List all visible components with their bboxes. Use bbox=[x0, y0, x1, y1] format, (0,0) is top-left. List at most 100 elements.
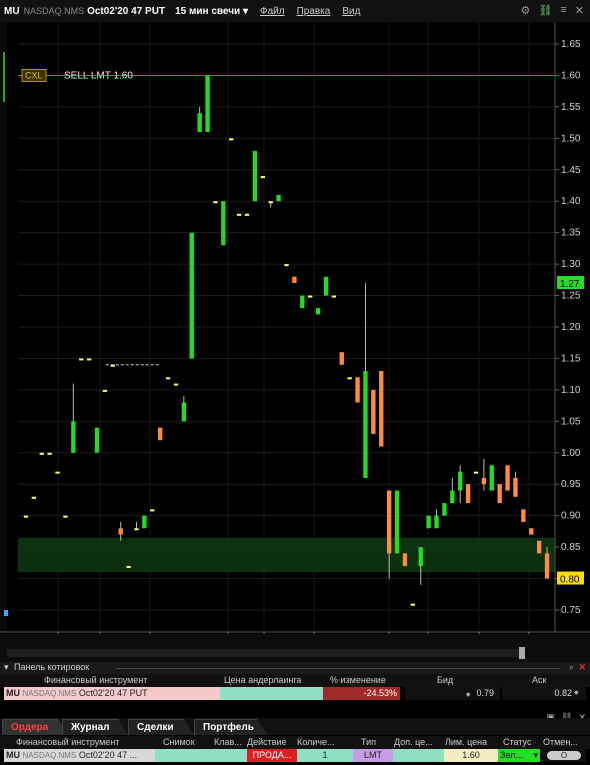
y-tick-label: 1.20 bbox=[561, 322, 581, 333]
y-tick-label: 1.00 bbox=[561, 448, 581, 459]
candle-body bbox=[308, 295, 313, 298]
order-cancel-label: CXL bbox=[25, 70, 43, 80]
candle bbox=[236, 213, 242, 216]
quote-row[interactable]: MU NASDAQ.NMS Oct02'20 47 PUT -24.53% ◆ 0… bbox=[0, 687, 590, 700]
candle-body bbox=[252, 150, 258, 202]
search-icon[interactable]: ⌕ bbox=[569, 662, 574, 673]
candle bbox=[55, 471, 60, 474]
order-type[interactable]: LMT bbox=[353, 749, 393, 762]
candle bbox=[536, 540, 542, 554]
col-cancel[interactable]: Отмен... bbox=[543, 736, 578, 749]
order-row[interactable]: MU NASDAQ.NMS Oct02'20 47 ... ПРОДА... 1… bbox=[0, 749, 590, 763]
menu-file[interactable]: Файл bbox=[260, 6, 285, 17]
col-snapshot[interactable]: Снимок bbox=[163, 736, 195, 749]
candle-body bbox=[473, 471, 479, 474]
candle-body bbox=[31, 496, 37, 499]
settings-icon[interactable]: ⚙ bbox=[521, 4, 531, 17]
order-limit-price[interactable]: 1.60 bbox=[444, 749, 498, 762]
tab-journal[interactable]: Журнал bbox=[62, 719, 128, 735]
last-price-tag-label: 1.27 bbox=[560, 279, 580, 290]
nav-marker bbox=[4, 610, 8, 616]
candle-body bbox=[189, 232, 194, 359]
y-tick-label: 0.95 bbox=[561, 479, 581, 490]
order-action[interactable]: ПРОДА... bbox=[247, 749, 297, 762]
col-type[interactable]: Тип bbox=[361, 736, 376, 749]
col-bid[interactable]: Бид bbox=[437, 674, 453, 687]
tab-trades[interactable]: Сделки bbox=[128, 719, 194, 735]
candle bbox=[394, 490, 400, 554]
order-aux-price[interactable] bbox=[393, 749, 444, 762]
order-key bbox=[212, 749, 247, 762]
col-key[interactable]: Клав... bbox=[214, 736, 242, 749]
window-icons: ⚙ ⛓ ≡ ✕ bbox=[521, 4, 584, 17]
menu-edit[interactable]: Правка bbox=[297, 6, 331, 17]
candle bbox=[473, 471, 479, 474]
candle bbox=[355, 377, 360, 403]
candle-body bbox=[205, 75, 210, 133]
col-ask[interactable]: Аск bbox=[532, 674, 546, 687]
col-status[interactable]: Статус bbox=[503, 736, 531, 749]
candle-body bbox=[134, 528, 139, 531]
candle bbox=[426, 515, 431, 529]
y-tick-label: 1.05 bbox=[561, 416, 581, 427]
tab-portfolio[interactable]: Портфель bbox=[194, 719, 268, 735]
ask-dot-icon: ◆ bbox=[574, 690, 579, 696]
symbol-label[interactable]: MU bbox=[4, 6, 20, 17]
menu-icon[interactable]: ≡ bbox=[560, 4, 566, 17]
price-chart[interactable]: CXL SELL LMT 1.60 1.65 1.60 1.55 1.50 1.45 1.… bbox=[0, 22, 590, 662]
y-tick-label: 0.75 bbox=[561, 605, 581, 616]
col-instrument[interactable]: Финансовый инструмент bbox=[44, 674, 147, 687]
col-instrument[interactable]: Финансовый инструмент bbox=[16, 736, 119, 749]
menu-view[interactable]: Вид bbox=[342, 6, 360, 17]
candle bbox=[221, 201, 226, 246]
order-quantity[interactable]: 1 bbox=[297, 749, 353, 762]
candle-body bbox=[276, 194, 281, 202]
y-tick-label: 1.10 bbox=[561, 385, 581, 396]
candle-body bbox=[86, 358, 92, 361]
order-status: Зел... ▾ bbox=[498, 749, 540, 762]
candle bbox=[402, 553, 408, 566]
candle-body bbox=[173, 383, 179, 386]
link-icon[interactable]: ⛓ bbox=[538, 4, 552, 17]
cancel-order-button[interactable]: O bbox=[547, 751, 581, 760]
candle-body bbox=[450, 490, 455, 504]
candle bbox=[379, 371, 384, 447]
quote-instrument: MU NASDAQ.NMS Oct02'20 47 PUT bbox=[4, 687, 220, 700]
candle bbox=[158, 427, 163, 441]
y-tick-label: 1.35 bbox=[561, 228, 581, 239]
candle-body bbox=[63, 515, 68, 518]
candle bbox=[371, 389, 376, 434]
candle-body bbox=[339, 352, 344, 365]
candle bbox=[23, 515, 29, 518]
y-tick-label: 0.90 bbox=[561, 511, 581, 522]
candle bbox=[229, 138, 234, 141]
col-change[interactable]: % изменение bbox=[330, 674, 386, 687]
col-underlying[interactable]: Цена андерлаинга bbox=[224, 674, 301, 687]
candle bbox=[323, 276, 329, 296]
col-aux-price[interactable]: Доп. це... bbox=[394, 736, 433, 749]
scroll-handle[interactable] bbox=[519, 647, 525, 659]
contract-label[interactable]: Oct02'20 47 PUT bbox=[87, 6, 165, 17]
candle-body bbox=[213, 201, 218, 204]
col-quantity[interactable]: Количе... bbox=[297, 736, 335, 749]
candle-body bbox=[268, 201, 273, 204]
candle bbox=[86, 358, 92, 361]
close-icon[interactable]: ✕ bbox=[575, 4, 584, 17]
candle-body bbox=[47, 452, 52, 455]
close-icon[interactable]: ✕ bbox=[578, 662, 586, 673]
candle bbox=[260, 176, 265, 179]
quotes-panel-title: Панель котировок bbox=[14, 662, 90, 672]
order-snapshot bbox=[155, 749, 212, 762]
candle bbox=[300, 295, 305, 309]
candle-body bbox=[434, 515, 439, 529]
candle bbox=[244, 213, 250, 216]
candle-body bbox=[79, 358, 84, 361]
col-limit-price[interactable]: Лим. цена bbox=[445, 736, 487, 749]
dropdown-icon[interactable]: ▾ bbox=[533, 749, 538, 762]
col-action[interactable]: Действие bbox=[247, 736, 287, 749]
collapse-icon[interactable]: ▾ bbox=[4, 662, 9, 673]
tab-orders[interactable]: Ордера bbox=[2, 719, 68, 735]
interval-dropdown[interactable]: 15 мин свечи ▾ bbox=[175, 6, 248, 17]
candle-body bbox=[386, 490, 392, 554]
candle-body bbox=[221, 201, 226, 246]
